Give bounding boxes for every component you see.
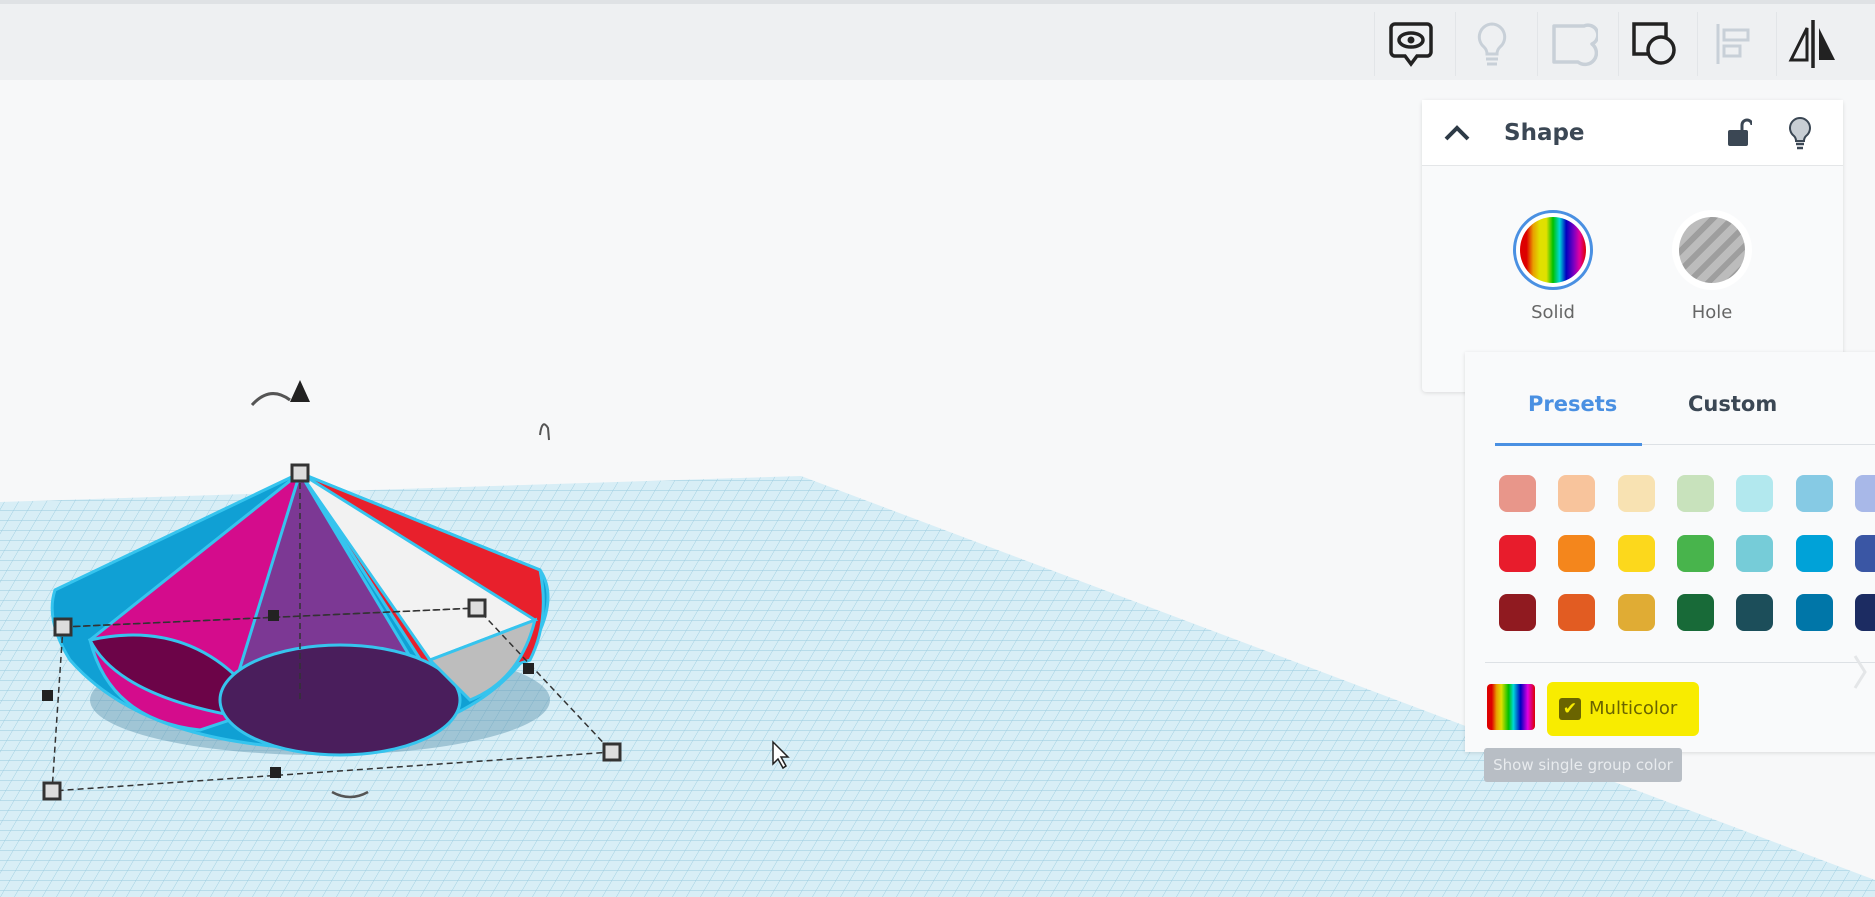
hole-striped-icon bbox=[1679, 217, 1745, 283]
color-swatch[interactable] bbox=[1499, 534, 1536, 572]
color-swatch[interactable] bbox=[1617, 475, 1655, 512]
corner-handle[interactable] bbox=[602, 742, 622, 762]
active-tab-underline bbox=[1495, 443, 1642, 446]
align-icon bbox=[1716, 24, 1749, 64]
tab-presets[interactable]: Presets bbox=[1528, 392, 1617, 416]
multicolor-preview-icon bbox=[1487, 684, 1535, 730]
ungroup-button[interactable] bbox=[1537, 12, 1609, 76]
color-swatch[interactable] bbox=[1499, 475, 1536, 512]
group-icon bbox=[1631, 22, 1676, 65]
lift-arrow-icon[interactable] bbox=[290, 380, 310, 402]
height-handle[interactable] bbox=[290, 463, 310, 483]
side-handle[interactable] bbox=[523, 663, 534, 674]
color-swatch[interactable] bbox=[1558, 475, 1596, 512]
rotate-arrow-icon[interactable] bbox=[250, 392, 291, 407]
multicolor-checkbox[interactable]: ✔ bbox=[1559, 698, 1581, 720]
color-swatch[interactable] bbox=[1736, 534, 1774, 572]
color-swatch[interactable] bbox=[1676, 594, 1714, 631]
color-swatch[interactable] bbox=[1736, 475, 1774, 512]
collapse-chevron-icon[interactable] bbox=[1442, 123, 1472, 143]
rainbow-swatch-icon bbox=[1520, 217, 1586, 283]
solid-option[interactable]: Solid bbox=[1508, 210, 1598, 323]
color-swatch[interactable] bbox=[1676, 534, 1714, 572]
rotate-arrow-icon[interactable] bbox=[539, 423, 550, 441]
mirror-button[interactable] bbox=[1776, 12, 1848, 76]
color-swatch[interactable] bbox=[1736, 594, 1774, 631]
tab-custom[interactable]: Custom bbox=[1688, 392, 1777, 416]
color-swatch[interactable] bbox=[1617, 534, 1655, 572]
color-swatch[interactable] bbox=[1795, 594, 1833, 631]
mirror-icon bbox=[1788, 20, 1835, 68]
side-handle[interactable] bbox=[42, 690, 53, 701]
shape-panel-header: Shape bbox=[1422, 100, 1843, 166]
color-picker-panel: Presets Custom ✔ Multicolor bbox=[1465, 352, 1875, 752]
align-button[interactable] bbox=[1697, 12, 1769, 76]
color-swatch[interactable] bbox=[1854, 594, 1875, 631]
show-all-icon bbox=[1388, 22, 1433, 67]
side-handle[interactable] bbox=[270, 767, 281, 778]
color-swatch[interactable] bbox=[1676, 475, 1714, 512]
solid-label: Solid bbox=[1531, 302, 1575, 323]
corner-handle[interactable] bbox=[42, 781, 62, 801]
hole-label: Hole bbox=[1691, 302, 1733, 323]
unlock-icon[interactable] bbox=[1726, 118, 1752, 148]
hole-option[interactable]: Hole bbox=[1667, 210, 1757, 323]
ungroup-icon bbox=[1551, 23, 1598, 67]
group-button[interactable] bbox=[1618, 12, 1690, 76]
color-swatch[interactable] bbox=[1558, 594, 1596, 631]
color-swatch[interactable] bbox=[1617, 594, 1655, 631]
color-swatch[interactable] bbox=[1854, 475, 1875, 512]
shape-panel-title: Shape bbox=[1504, 119, 1585, 146]
side-handle[interactable] bbox=[268, 610, 279, 621]
show-all-button[interactable] bbox=[1374, 12, 1446, 76]
corner-handle[interactable] bbox=[467, 598, 487, 618]
color-swatch[interactable] bbox=[1795, 534, 1833, 572]
color-swatch[interactable] bbox=[1854, 534, 1875, 572]
color-swatch[interactable] bbox=[1558, 534, 1596, 572]
toolbar bbox=[0, 0, 1875, 80]
divider bbox=[1485, 662, 1875, 663]
lightbulb-icon[interactable] bbox=[1788, 116, 1812, 150]
multicolor-label[interactable]: Multicolor bbox=[1589, 698, 1677, 719]
lightbulb-button[interactable] bbox=[1455, 12, 1527, 76]
color-swatch[interactable] bbox=[1795, 475, 1833, 512]
corner-handle[interactable] bbox=[53, 617, 73, 637]
chevron-right-icon[interactable] bbox=[1853, 652, 1867, 692]
tooltip: Show single group color bbox=[1484, 748, 1682, 782]
shape-inspector-panel: Shape Solid Hole bbox=[1422, 100, 1843, 392]
lightbulb-icon bbox=[1477, 22, 1506, 66]
color-swatch[interactable] bbox=[1499, 594, 1536, 631]
